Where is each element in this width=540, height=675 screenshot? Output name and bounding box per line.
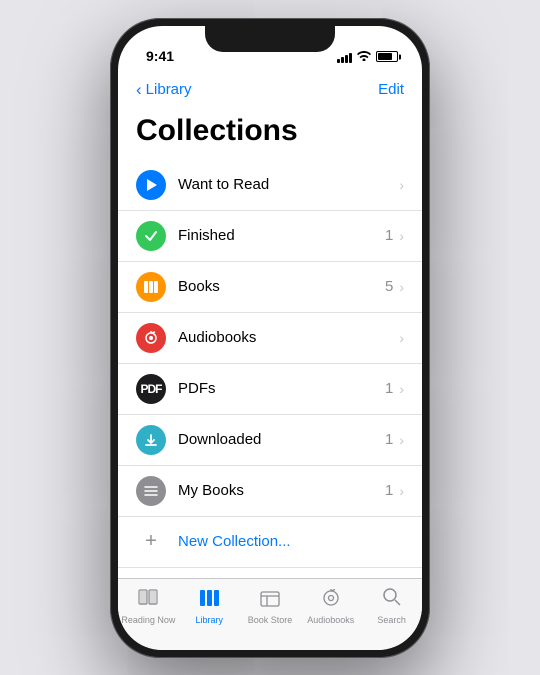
- collection-count-books: 5: [385, 278, 393, 295]
- collection-item-books[interactable]: Books 5 ›: [118, 262, 422, 313]
- collection-item-downloaded[interactable]: Downloaded 1 ›: [118, 415, 422, 466]
- collection-icon-finished: [136, 221, 166, 251]
- collection-count-finished: 1: [385, 227, 393, 244]
- wifi-icon: [357, 50, 371, 64]
- reading-now-icon: [137, 587, 159, 613]
- phone-frame: 9:41 ‹: [110, 18, 430, 658]
- search-tab-icon: [382, 587, 402, 613]
- collection-item-audiobooks[interactable]: Audiobooks ›: [118, 313, 422, 364]
- nav-bar: ‹ Library Edit: [118, 70, 422, 110]
- tab-reading-now[interactable]: Reading Now: [118, 587, 179, 625]
- edit-button[interactable]: Edit: [378, 81, 404, 98]
- collection-item-pdfs[interactable]: PDF PDFs 1 ›: [118, 364, 422, 415]
- empty-rows: [118, 568, 422, 578]
- tab-bar: Reading Now Library: [118, 578, 422, 650]
- status-icons: [337, 50, 398, 64]
- tab-label-book-store: Book Store: [248, 615, 293, 625]
- back-label: Library: [146, 81, 192, 98]
- collection-item-want-to-read[interactable]: Want to Read ›: [118, 160, 422, 211]
- collection-item-finished[interactable]: Finished 1 ›: [118, 211, 422, 262]
- signal-icon: [337, 51, 352, 63]
- tab-label-reading-now: Reading Now: [121, 615, 175, 625]
- collection-icon-downloaded: [136, 425, 166, 455]
- status-time: 9:41: [146, 48, 174, 64]
- collection-icon-pdfs: PDF: [136, 374, 166, 404]
- plus-icon: +: [136, 527, 166, 557]
- collection-icon-want-to-read: [136, 170, 166, 200]
- audiobooks-tab-icon: [320, 587, 342, 613]
- chevron-icon: ›: [399, 432, 404, 448]
- collection-name-books: Books: [178, 278, 385, 295]
- page-title-section: Collections: [118, 110, 422, 160]
- collection-name-pdfs: PDFs: [178, 380, 385, 397]
- collection-icon-audiobooks: [136, 323, 166, 353]
- tab-search[interactable]: Search: [361, 587, 422, 625]
- collection-name-my-books: My Books: [178, 482, 385, 499]
- tab-label-library: Library: [195, 615, 223, 625]
- chevron-icon: ›: [399, 381, 404, 397]
- collection-item-my-books[interactable]: My Books 1 ›: [118, 466, 422, 517]
- new-collection-button[interactable]: + New Collection...: [118, 517, 422, 568]
- battery-icon: [376, 51, 398, 62]
- back-button[interactable]: ‹ Library: [136, 80, 192, 100]
- collection-count-downloaded: 1: [385, 431, 393, 448]
- collection-name-downloaded: Downloaded: [178, 431, 385, 448]
- book-store-icon: [259, 587, 281, 613]
- collections-list: Want to Read › Finished 1 ›: [118, 160, 422, 578]
- chevron-icon: ›: [399, 483, 404, 499]
- tab-audiobooks[interactable]: Audiobooks: [300, 587, 361, 625]
- tab-label-search: Search: [377, 615, 406, 625]
- tab-book-store[interactable]: Book Store: [240, 587, 301, 625]
- page-title: Collections: [136, 114, 404, 148]
- chevron-icon: ›: [399, 228, 404, 244]
- new-collection-label: New Collection...: [178, 533, 291, 550]
- phone-screen: 9:41 ‹: [118, 26, 422, 650]
- collection-count-pdfs: 1: [385, 380, 393, 397]
- library-icon: [198, 587, 220, 613]
- collection-name-want-to-read: Want to Read: [178, 176, 393, 193]
- empty-row: [118, 568, 422, 578]
- chevron-icon: ›: [399, 177, 404, 193]
- collection-icon-books: [136, 272, 166, 302]
- collection-count-my-books: 1: [385, 482, 393, 499]
- collection-name-audiobooks: Audiobooks: [178, 329, 393, 346]
- tab-label-audiobooks: Audiobooks: [307, 615, 354, 625]
- collection-icon-my-books: [136, 476, 166, 506]
- chevron-left-icon: ‹: [136, 80, 142, 100]
- chevron-icon: ›: [399, 330, 404, 346]
- notch: [205, 26, 335, 52]
- tab-library[interactable]: Library: [179, 587, 240, 625]
- collection-name-finished: Finished: [178, 227, 385, 244]
- chevron-icon: ›: [399, 279, 404, 295]
